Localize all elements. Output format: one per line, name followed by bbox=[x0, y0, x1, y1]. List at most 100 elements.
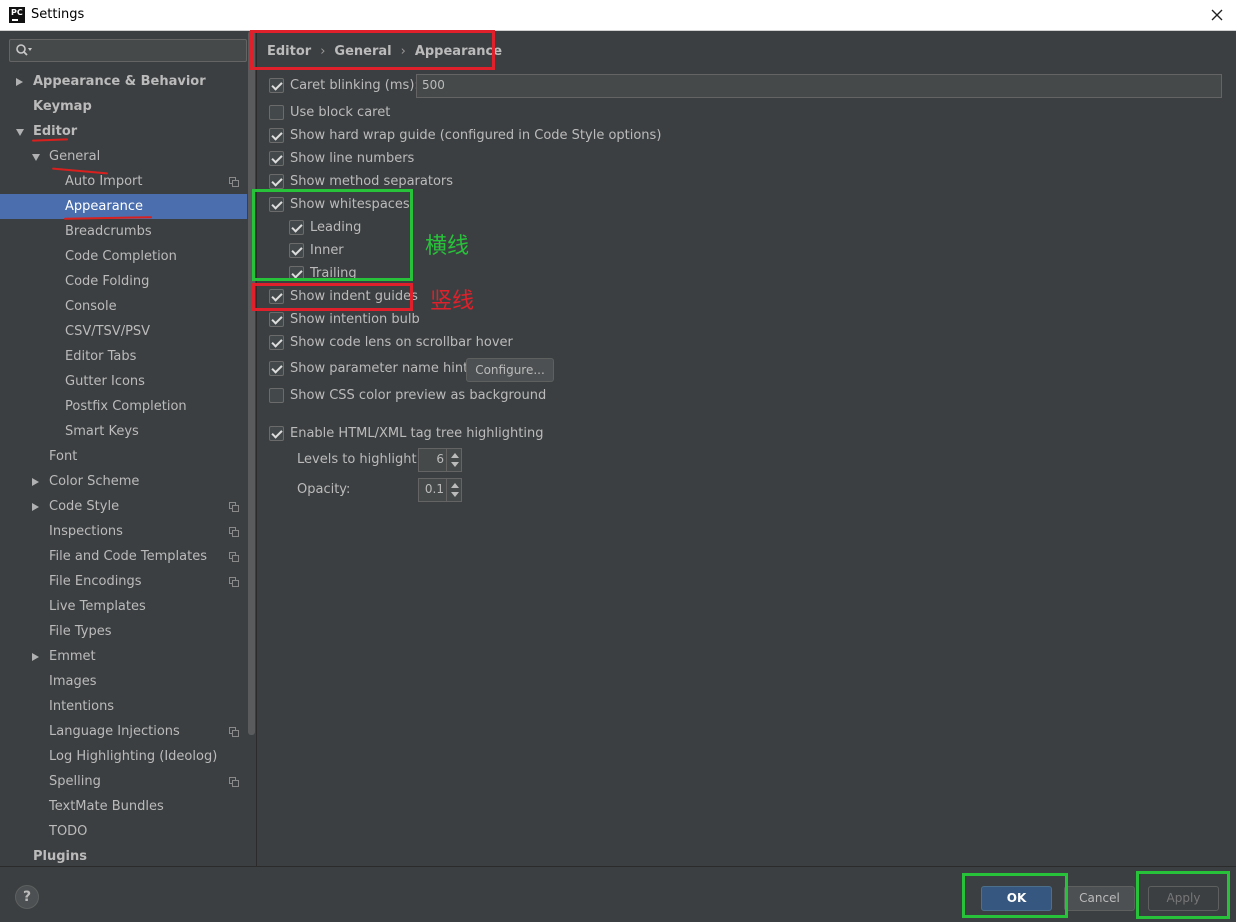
settings-search-input[interactable] bbox=[34, 42, 242, 59]
spinner-down-icon[interactable] bbox=[451, 492, 459, 497]
levels-spinner[interactable]: 6 bbox=[418, 448, 462, 472]
cancel-button[interactable]: Cancel bbox=[1064, 886, 1135, 911]
sidebar-item-gutter-icons[interactable]: Gutter Icons bbox=[0, 369, 247, 394]
sidebar-item-spelling[interactable]: Spelling bbox=[0, 769, 247, 794]
sidebar-item-inspections[interactable]: Inspections bbox=[0, 519, 247, 544]
tag-tree-checkbox[interactable] bbox=[269, 426, 284, 441]
breadcrumb-item[interactable]: Appearance bbox=[415, 44, 502, 59]
sidebar-item-label: TODO bbox=[49, 824, 88, 839]
sidebar-item-file-types[interactable]: File Types bbox=[0, 619, 247, 644]
sidebar-item-intentions[interactable]: Intentions bbox=[0, 694, 247, 719]
levels-label: Levels to highlight: bbox=[297, 452, 421, 467]
expand-arrow-icon[interactable] bbox=[32, 503, 39, 511]
inner-checkbox[interactable] bbox=[289, 243, 304, 258]
sidebar-item-auto-import[interactable]: Auto Import bbox=[0, 169, 247, 194]
sidebar-item-label: Editor Tabs bbox=[65, 349, 137, 364]
caret-blinking-input[interactable]: 500 bbox=[416, 74, 1222, 98]
sidebar-item-label: Inspections bbox=[49, 524, 123, 539]
sidebar-item-code-style[interactable]: Code Style bbox=[0, 494, 247, 519]
help-button[interactable]: ? bbox=[15, 885, 39, 909]
scrollbar-thumb[interactable] bbox=[248, 31, 255, 735]
code-lens-label: Show code lens on scrollbar hover bbox=[290, 335, 513, 350]
collapse-arrow-icon[interactable] bbox=[32, 154, 40, 161]
sidebar-item-label: Appearance bbox=[65, 199, 144, 214]
close-icon[interactable] bbox=[1206, 4, 1228, 26]
sidebar-item-label: Gutter Icons bbox=[65, 374, 145, 389]
search-icon[interactable] bbox=[15, 43, 33, 58]
sidebar-item-todo[interactable]: TODO bbox=[0, 819, 247, 844]
sidebar-item-images[interactable]: Images bbox=[0, 669, 247, 694]
css-color-preview-checkbox[interactable] bbox=[269, 388, 284, 403]
use-block-caret-checkbox[interactable] bbox=[269, 105, 284, 120]
project-scope-icon bbox=[229, 177, 239, 187]
sidebar-item-code-folding[interactable]: Code Folding bbox=[0, 269, 247, 294]
ok-button[interactable]: OK bbox=[981, 886, 1052, 911]
trailing-checkbox[interactable] bbox=[289, 266, 304, 281]
breadcrumb-item[interactable]: Editor bbox=[267, 44, 311, 59]
opacity-spinner-arrows[interactable] bbox=[446, 479, 461, 501]
sidebar-item-code-completion[interactable]: Code Completion bbox=[0, 244, 247, 269]
sidebar-item-emmet[interactable]: Emmet bbox=[0, 644, 247, 669]
leading-label: Leading bbox=[310, 220, 362, 235]
configure-button[interactable]: Configure... bbox=[466, 358, 554, 382]
sidebar-item-log-highlighting-ideolog[interactable]: Log Highlighting (Ideolog) bbox=[0, 744, 247, 769]
levels-value[interactable]: 6 bbox=[436, 452, 444, 466]
opacity-value[interactable]: 0.1 bbox=[425, 482, 444, 496]
indent-guides-checkbox[interactable] bbox=[269, 289, 284, 304]
intention-bulb-checkbox[interactable] bbox=[269, 312, 284, 327]
sidebar-item-label: Code Style bbox=[49, 499, 120, 514]
leading-checkbox[interactable] bbox=[289, 220, 304, 235]
spinner-up-icon[interactable] bbox=[451, 483, 459, 488]
project-scope-icon bbox=[229, 552, 239, 562]
levels-spinner-arrows[interactable] bbox=[446, 449, 461, 471]
sidebar-item-label: Live Templates bbox=[49, 599, 146, 614]
project-scope-icon bbox=[229, 502, 239, 512]
sidebar-item-keymap[interactable]: Keymap bbox=[0, 94, 247, 119]
expand-arrow-icon[interactable] bbox=[32, 478, 39, 486]
expand-arrow-icon[interactable] bbox=[16, 78, 23, 86]
intention-bulb-label: Show intention bulb bbox=[290, 312, 420, 327]
expand-arrow-icon[interactable] bbox=[32, 653, 39, 661]
sidebar-item-console[interactable]: Console bbox=[0, 294, 247, 319]
sidebar-item-language-injections[interactable]: Language Injections bbox=[0, 719, 247, 744]
sidebar-item-label: File Types bbox=[49, 624, 112, 639]
annotation-note-horizontal: 横线 bbox=[425, 234, 470, 259]
sidebar-item-appearance[interactable]: Appearance bbox=[0, 194, 247, 219]
sidebar-item-label: Font bbox=[49, 449, 78, 464]
line-numbers-checkbox[interactable] bbox=[269, 151, 284, 166]
sidebar-item-editor-tabs[interactable]: Editor Tabs bbox=[0, 344, 247, 369]
spinner-down-icon[interactable] bbox=[451, 462, 459, 467]
sidebar-item-live-templates[interactable]: Live Templates bbox=[0, 594, 247, 619]
sidebar-item-label: TextMate Bundles bbox=[49, 799, 164, 814]
spinner-up-icon[interactable] bbox=[451, 453, 459, 458]
sidebar-item-smart-keys[interactable]: Smart Keys bbox=[0, 419, 247, 444]
code-lens-checkbox[interactable] bbox=[269, 335, 284, 350]
sidebar-item-general[interactable]: General bbox=[0, 144, 247, 169]
sidebar-item-csv-tsv-psv[interactable]: CSV/TSV/PSV bbox=[0, 319, 247, 344]
hard-wrap-guide-checkbox[interactable] bbox=[269, 128, 284, 143]
sidebar-item-postfix-completion[interactable]: Postfix Completion bbox=[0, 394, 247, 419]
sidebar-item-file-and-code-templates[interactable]: File and Code Templates bbox=[0, 544, 247, 569]
whitespaces-checkbox[interactable] bbox=[269, 197, 284, 212]
apply-button[interactable]: Apply bbox=[1148, 886, 1219, 911]
sidebar-item-label: General bbox=[49, 149, 101, 164]
breadcrumb-item[interactable]: General bbox=[334, 44, 391, 59]
window-title: Settings bbox=[31, 7, 85, 22]
sidebar-item-breadcrumbs[interactable]: Breadcrumbs bbox=[0, 219, 247, 244]
sidebar-scrollbar[interactable] bbox=[247, 31, 256, 735]
settings-tree: Appearance & Behavior Keymap Editor General… bbox=[0, 69, 247, 869]
sidebar-item-appearance-behavior[interactable]: Appearance & Behavior bbox=[0, 69, 247, 94]
opacity-spinner[interactable]: 0.1 bbox=[418, 478, 462, 502]
method-separators-checkbox[interactable] bbox=[269, 174, 284, 189]
use-block-caret-label: Use block caret bbox=[290, 105, 391, 120]
parameter-hints-checkbox[interactable] bbox=[269, 361, 284, 376]
breadcrumb-separator-icon: › bbox=[400, 44, 406, 59]
sidebar-item-textmate-bundles[interactable]: TextMate Bundles bbox=[0, 794, 247, 819]
collapse-arrow-icon[interactable] bbox=[16, 129, 24, 136]
sidebar-item-font[interactable]: Font bbox=[0, 444, 247, 469]
annotation-note-vertical: 竖线 bbox=[430, 289, 475, 314]
settings-search-box[interactable] bbox=[9, 39, 247, 62]
sidebar-item-file-encodings[interactable]: File Encodings bbox=[0, 569, 247, 594]
sidebar-item-color-scheme[interactable]: Color Scheme bbox=[0, 469, 247, 494]
caret-blinking-checkbox[interactable] bbox=[269, 78, 284, 93]
